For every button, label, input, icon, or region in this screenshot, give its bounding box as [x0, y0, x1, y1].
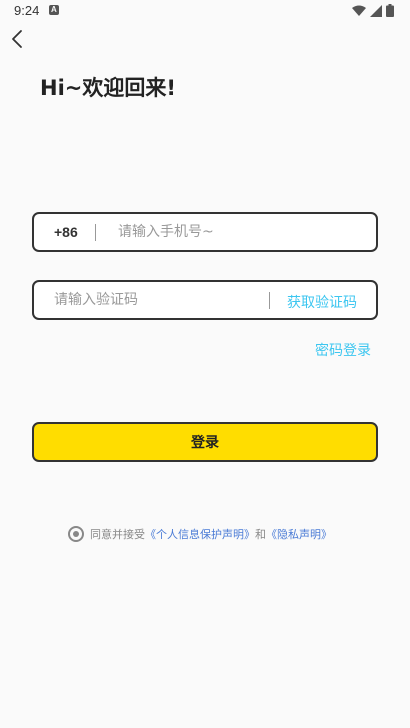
code-divider	[269, 292, 270, 309]
notification-glyph: A	[51, 5, 57, 14]
battery-icon	[386, 4, 394, 17]
country-code[interactable]: +86	[54, 224, 78, 240]
status-icons	[352, 4, 394, 17]
get-code-button[interactable]: 获取验证码	[287, 292, 357, 312]
privacy-statement-link[interactable]: 《隐私声明》	[266, 526, 332, 542]
code-field: 获取验证码	[32, 280, 378, 320]
page-title: Hi~欢迎回来!	[40, 76, 176, 100]
status-bar: 9:24 A	[0, 0, 410, 24]
password-login-link[interactable]: 密码登录	[315, 340, 371, 360]
phone-input[interactable]	[118, 217, 358, 247]
privacy-protection-link[interactable]: 《个人信息保护声明》	[145, 526, 255, 542]
agreement-radio[interactable]	[68, 526, 84, 542]
status-time: 9:24	[14, 3, 40, 18]
agreement-row: 同意并接受 《个人信息保护声明》 和 《隐私声明》	[68, 526, 332, 542]
chevron-left-icon[interactable]	[8, 28, 28, 50]
agreement-conjunction: 和	[255, 528, 266, 541]
wifi-icon	[352, 5, 366, 16]
signal-icon	[370, 4, 382, 17]
phone-field: +86	[32, 212, 378, 252]
login-button[interactable]: 登录	[32, 422, 378, 462]
phone-divider	[95, 224, 96, 241]
agreement-prefix: 同意并接受	[90, 528, 145, 541]
verification-code-input[interactable]	[54, 285, 259, 315]
